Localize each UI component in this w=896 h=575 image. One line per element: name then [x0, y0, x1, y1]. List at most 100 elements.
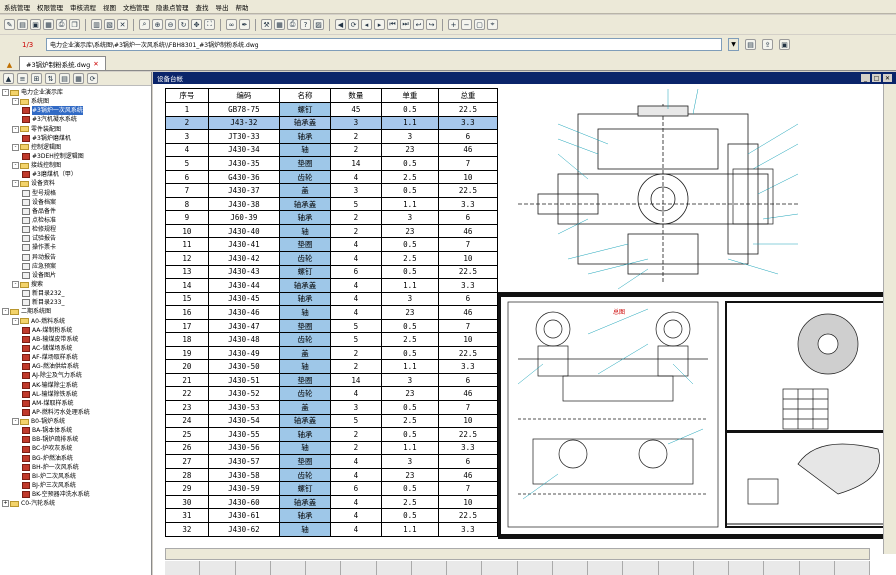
table-row[interactable]: 15 J430-45 轴承 4 3 6 — [165, 291, 499, 307]
table-row[interactable]: 9 J60-39 轴承 2 3 6 — [165, 210, 499, 225]
forward-icon[interactable]: ↪ — [426, 19, 437, 30]
list-icon[interactable]: ≡ — [17, 73, 28, 84]
tree-item[interactable]: #3锅炉一次风系统 — [2, 106, 151, 116]
refresh-icon[interactable]: ⟳ — [87, 73, 98, 84]
table-row[interactable]: 18 J430-48 齿轮 5 2.5 10 — [165, 332, 499, 347]
tree-item[interactable]: BK-空预器冲洗水系统 — [2, 490, 151, 499]
document-icon[interactable]: ▦ — [43, 19, 54, 30]
tree-item[interactable]: - A0-燃料系统 — [2, 317, 151, 326]
tools-icon[interactable]: ⚒ — [261, 19, 272, 30]
tree-item[interactable]: - 搜索 — [2, 280, 151, 289]
collapse-icon[interactable]: - — [12, 418, 19, 426]
cad-drawing-viewer[interactable]: 总图 — [498, 84, 896, 539]
tree-item[interactable]: #3汽机凝水系统 — [2, 115, 151, 124]
next-icon[interactable]: ▸ — [374, 19, 385, 30]
first-page-icon[interactable]: ⏮ — [387, 19, 398, 30]
paste-icon[interactable]: ▧ — [104, 19, 115, 30]
expand-icon[interactable]: + — [2, 500, 9, 508]
search-icon[interactable]: ⌕ — [139, 19, 150, 30]
zoom-out-icon[interactable]: ⊖ — [165, 19, 176, 30]
delete-icon[interactable]: ✕ — [117, 19, 128, 30]
menu-export[interactable]: 导出 — [216, 2, 229, 12]
column-header[interactable]: 总重 — [437, 88, 499, 103]
tree-item[interactable]: - 零件装配图 — [2, 125, 151, 134]
tree-item[interactable]: 异动报告 — [2, 253, 151, 262]
column-header[interactable]: 数量 — [329, 88, 382, 103]
tree-item[interactable]: - 电力企业演示库 — [2, 88, 151, 97]
tree-item[interactable]: - 控制逻辑图 — [2, 143, 151, 152]
maximize-icon[interactable]: □ — [872, 74, 881, 82]
tree-item[interactable]: AA-煤制粉系统 — [2, 326, 151, 335]
path-field[interactable]: 电力企业演示库\系统图\#3锅炉一次风系统\\FBH8301_#3锅炉制粉系统.… — [46, 38, 722, 51]
rotate-icon[interactable]: ↻ — [178, 19, 189, 30]
table-row[interactable]: 30 J430-60 轴承盖 4 2.5 10 — [165, 494, 499, 510]
tree-item[interactable]: BA-锅本体系统 — [2, 426, 151, 435]
column-header[interactable]: 名称 — [279, 88, 331, 103]
tree-item[interactable]: AJ-除尘及气力系统 — [2, 371, 151, 380]
table-row[interactable]: 32 J430-62 轴 4 1.1 3.3 — [165, 521, 499, 537]
tree-item[interactable]: 新目录233_ — [2, 298, 151, 307]
zoom-out-icon[interactable]: − — [461, 19, 472, 30]
tree-item[interactable]: 新目录232_ — [2, 289, 151, 298]
tab-document[interactable]: #3锅炉制粉系统.dwg ✕ — [19, 56, 106, 70]
open-icon[interactable]: ▤ — [17, 19, 28, 30]
table-row[interactable]: 19 J430-49 盖 2 0.5 22.5 — [165, 345, 499, 361]
tree-item[interactable]: 操作票卡 — [2, 243, 151, 252]
column-header[interactable]: 编码 — [207, 88, 281, 103]
table-row[interactable]: 4 J430-34 轴 2 23 46 — [165, 142, 499, 158]
layout-icon[interactable]: ▥ — [91, 19, 102, 30]
binoculars-icon[interactable]: ∞ — [226, 19, 237, 30]
tree-item[interactable]: #3磨煤机（甲） — [2, 170, 151, 179]
collapse-icon[interactable]: - — [12, 98, 19, 106]
nav-back-icon[interactable]: ◀ — [335, 19, 346, 30]
table-row[interactable]: 26 J430-56 轴 2 1.1 3.3 — [165, 440, 499, 456]
refresh-icon[interactable]: ⟳ — [348, 19, 359, 30]
table-row[interactable]: 14 J430-44 轴承盖 4 1.1 3.3 — [165, 278, 499, 293]
table-row[interactable]: 6 G430-36 齿轮 4 2.5 10 — [165, 169, 499, 185]
chevron-down-icon[interactable]: ▼ — [728, 38, 739, 51]
zoom-window-icon[interactable]: ▢ — [474, 19, 485, 30]
tree-item[interactable]: BB-锅炉疏排系统 — [2, 435, 151, 444]
tree-item[interactable]: BC-炉吹灰系统 — [2, 444, 151, 453]
export-icon[interactable]: ⇪ — [762, 39, 773, 50]
table-row[interactable]: 21 J430-51 垫圈 14 3 6 — [165, 372, 499, 388]
table-row[interactable]: 31 J430-61 轴承 4 0.5 22.5 — [165, 508, 499, 523]
tree-item[interactable]: BI-炉二次风系统 — [2, 472, 151, 481]
menu-help[interactable]: 帮助 — [236, 2, 249, 12]
chart-icon[interactable]: ▨ — [313, 19, 324, 30]
tree-item[interactable]: AG-燃油供给系统 — [2, 362, 151, 371]
column-header[interactable]: 序号 — [165, 88, 209, 103]
print-icon[interactable]: ⎙ — [56, 19, 67, 30]
table-row[interactable]: 22 J430-52 齿轮 4 23 46 — [165, 386, 499, 402]
printer-icon[interactable]: ⎙ — [287, 19, 298, 30]
close-icon[interactable]: ✕ — [93, 60, 98, 68]
zoom-extents-icon[interactable]: ⌖ — [487, 19, 498, 30]
column-header[interactable]: 单重 — [380, 88, 439, 103]
tree-item[interactable]: + C0-汽轮系统 — [2, 499, 151, 508]
tree-item[interactable]: BH-炉一次风系统 — [2, 463, 151, 472]
menu-view[interactable]: 视图 — [103, 2, 116, 12]
close-icon[interactable]: ✕ — [883, 74, 892, 82]
tree-item[interactable]: 设备档案 — [2, 198, 151, 207]
tree-item[interactable]: AL-输煤除铁系统 — [2, 390, 151, 399]
help-icon[interactable]: ? — [300, 19, 311, 30]
tree-item[interactable]: AM-煤取样系统 — [2, 399, 151, 408]
tree-item[interactable]: - 二期系统图 — [2, 307, 151, 316]
menu-review[interactable]: 审核流程 — [70, 2, 96, 12]
collapse-icon[interactable]: - — [12, 125, 19, 133]
table-row[interactable]: 1 GB78-75 螺钉 45 0.5 22.5 — [165, 102, 499, 117]
folder-icon[interactable]: ▤ — [745, 39, 756, 50]
table-row[interactable]: 12 J430-42 齿轮 4 2.5 10 — [165, 251, 499, 266]
table-row[interactable]: 2 J43-32 轴承盖 3 1.1 3.3 — [165, 115, 499, 131]
tree-item[interactable]: 型号规格 — [2, 189, 151, 198]
collapse-icon[interactable]: - — [12, 143, 19, 151]
pen-icon[interactable]: ✒ — [239, 19, 250, 30]
tree-item[interactable]: 点检标准 — [2, 216, 151, 225]
collapse-icon[interactable]: - — [2, 308, 9, 316]
table-row[interactable]: 13 J430-43 螺钉 6 0.5 22.5 — [165, 264, 499, 280]
table-row[interactable]: 20 J430-50 轴 2 1.1 3.3 — [165, 359, 499, 374]
tree-item[interactable]: AC-储煤场系统 — [2, 344, 151, 353]
tree-item[interactable]: AK-输煤除尘系统 — [2, 381, 151, 390]
table-row[interactable]: 5 J430-35 垫圈 14 0.5 7 — [165, 156, 499, 171]
tree-item[interactable]: 检修规程 — [2, 225, 151, 234]
